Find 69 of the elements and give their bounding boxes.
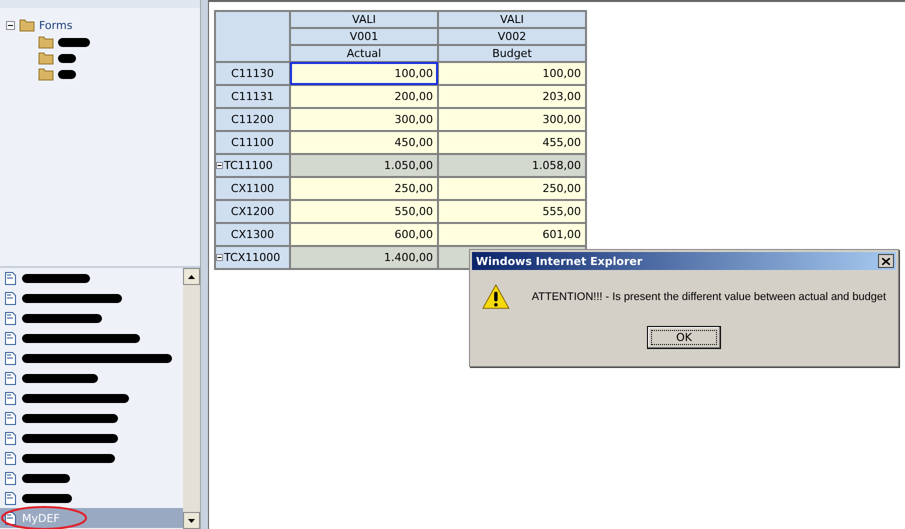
redaction-mark <box>22 272 90 284</box>
row-header: C11131 <box>215 85 290 108</box>
document-icon <box>5 312 16 324</box>
scroll-up-button[interactable] <box>183 268 200 285</box>
row-label: TCX11000 <box>224 251 280 264</box>
value-cell[interactable]: 600,00 <box>290 223 438 246</box>
redaction-mark <box>58 36 90 48</box>
document-icon <box>5 292 16 304</box>
redaction-mark <box>58 68 76 80</box>
value-cell[interactable]: 1.058,00 <box>438 154 586 177</box>
value-cell[interactable]: 200,00 <box>290 85 438 108</box>
folder-icon <box>38 51 54 65</box>
up-arrow-icon <box>188 274 195 278</box>
value-cell[interactable]: 450,00 <box>290 131 438 154</box>
document-icon <box>5 452 16 464</box>
ok-button[interactable]: OK <box>647 326 721 349</box>
value-cell[interactable]: 455,00 <box>438 131 586 154</box>
row-header: C11130 <box>215 62 290 85</box>
row-label: TC11100 <box>224 159 273 172</box>
row-header: CX1200 <box>215 200 290 223</box>
redaction-mark <box>22 472 70 484</box>
redaction-mark <box>58 52 76 64</box>
value-cell[interactable]: 100,00 <box>290 62 438 85</box>
value-cell[interactable]: 250,00 <box>438 177 586 200</box>
value-cell[interactable]: 1.400,00 <box>290 246 438 269</box>
value-cell[interactable]: 300,00 <box>290 108 438 131</box>
value-cell[interactable]: 300,00 <box>438 108 586 131</box>
collapse-icon[interactable] <box>6 20 15 30</box>
folder-icon <box>38 67 54 81</box>
folder-icon <box>38 35 54 49</box>
collapse-icon[interactable] <box>216 254 223 261</box>
column-header: VALI <box>438 11 586 28</box>
value-cell[interactable]: 550,00 <box>290 200 438 223</box>
folder-icon <box>19 18 35 32</box>
value-cell[interactable]: 203,00 <box>438 85 586 108</box>
row-header: C11100 <box>215 131 290 154</box>
redaction-mark <box>22 492 72 504</box>
document-icon <box>5 332 16 344</box>
document-icon <box>5 392 16 404</box>
dialog-message: ATTENTION!!! - Is present the different value between actual and budget <box>532 291 886 303</box>
tree-label[interactable]: Forms <box>39 18 72 32</box>
value-cell[interactable]: 555,00 <box>438 200 586 223</box>
column-header: V002 <box>438 28 586 45</box>
value-cell[interactable]: 601,00 <box>438 223 586 246</box>
value-cell[interactable]: 100,00 <box>438 62 586 85</box>
splitter[interactable] <box>200 0 209 529</box>
down-arrow-icon <box>188 518 195 522</box>
row-header: CX1300 <box>215 223 290 246</box>
scrollbar[interactable] <box>183 268 200 529</box>
document-icon <box>5 372 16 384</box>
close-icon <box>882 258 890 264</box>
document-icon <box>5 412 16 424</box>
collapse-icon[interactable] <box>216 162 223 169</box>
scroll-down-button[interactable] <box>183 512 200 529</box>
value-cell[interactable]: 250,00 <box>290 177 438 200</box>
close-button[interactable] <box>878 254 894 268</box>
dialog-title: Windows Internet Explorer <box>476 254 642 268</box>
row-header: C11200 <box>215 108 290 131</box>
document-icon <box>5 472 16 484</box>
column-header: Actual <box>290 45 438 62</box>
document-icon <box>5 492 16 504</box>
column-header: Budget <box>438 45 586 62</box>
document-icon <box>5 432 16 444</box>
document-icon <box>5 352 16 364</box>
document-icon <box>5 272 16 284</box>
column-header: VALI <box>290 11 438 28</box>
value-cell[interactable]: 1.050,00 <box>290 154 438 177</box>
column-header: V001 <box>290 28 438 45</box>
row-header: CX1100 <box>215 177 290 200</box>
